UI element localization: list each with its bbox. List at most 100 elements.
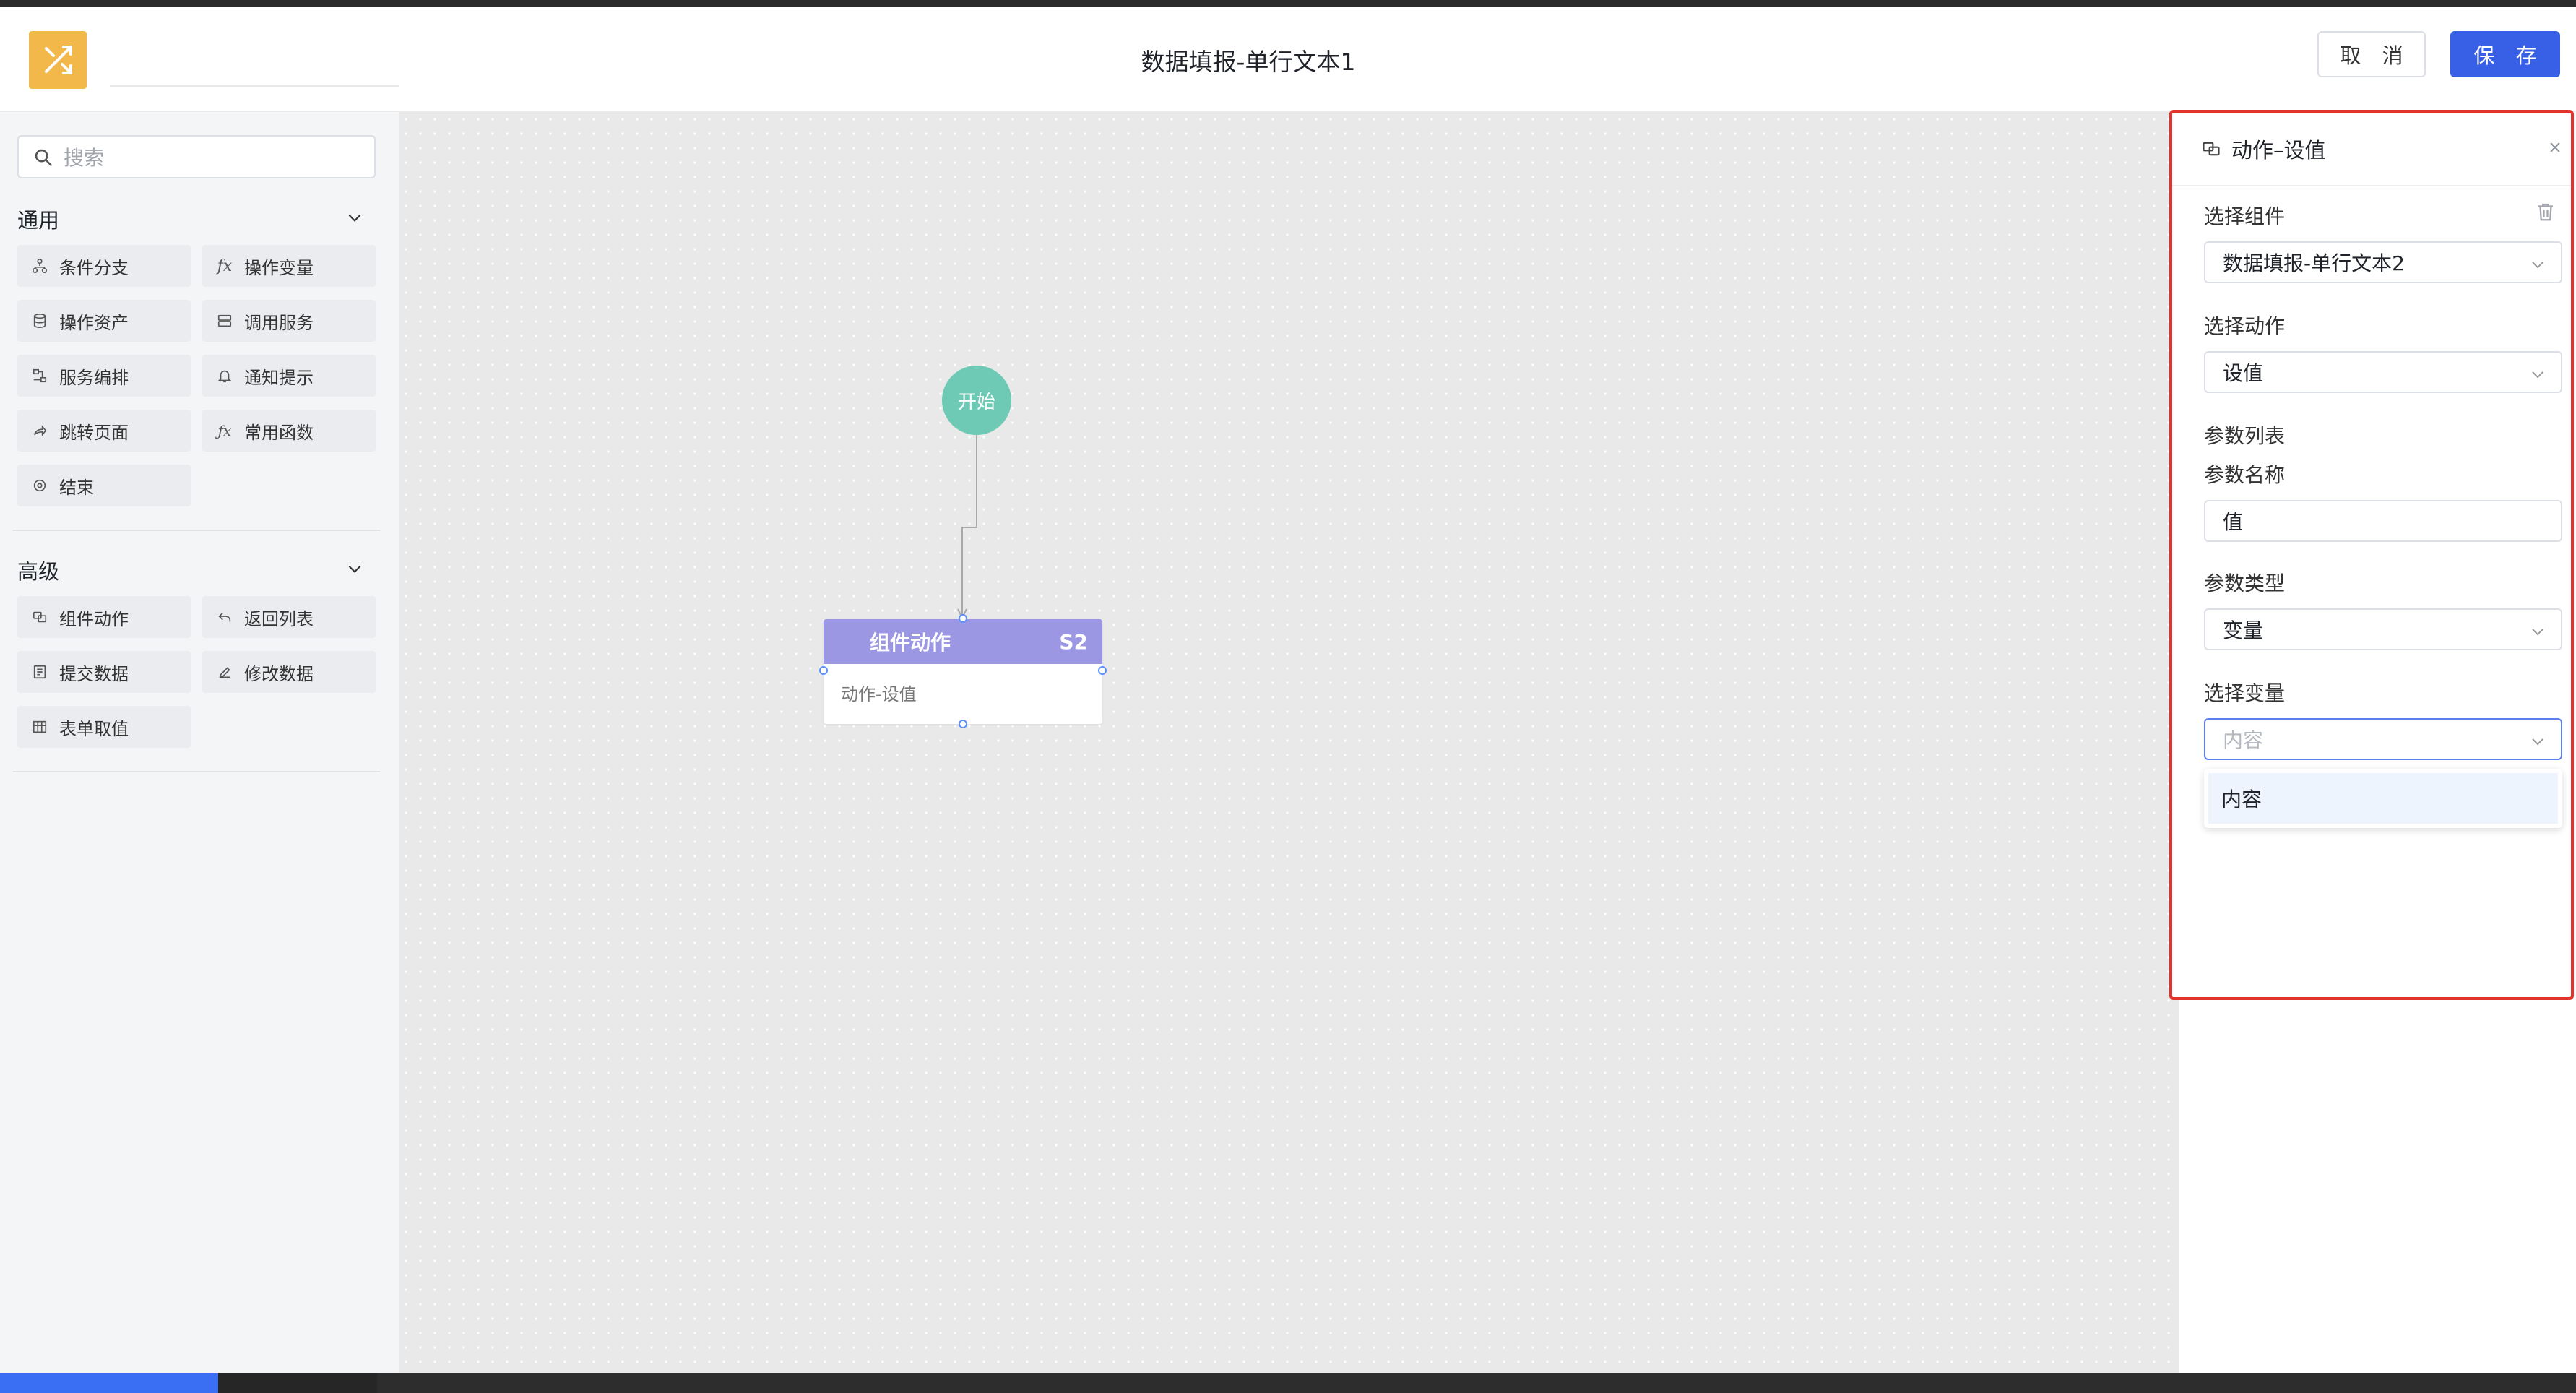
select-action-label: 选择动作 — [2204, 314, 2286, 338]
palette-item-label: 通知提示 — [244, 367, 314, 388]
database-icon — [30, 311, 49, 330]
flow-connector — [957, 435, 977, 620]
return-icon — [215, 608, 234, 626]
variable-dropdown: 内容 — [2204, 769, 2562, 828]
submit-icon — [30, 663, 49, 681]
palette-item-notification[interactable]: 通知提示 — [202, 355, 376, 397]
edit-icon — [215, 663, 234, 681]
palette-item-service-orchestration[interactable]: 服务编排 — [17, 355, 191, 397]
chevron-down-icon — [2529, 364, 2546, 388]
node-handle-top[interactable] — [959, 614, 967, 623]
palette-item-label: 提交数据 — [59, 663, 129, 684]
search-box[interactable] — [17, 135, 376, 178]
trash-icon[interactable] — [2535, 201, 2556, 225]
action-select-value: 设值 — [2223, 361, 2264, 385]
fx-icon: fx — [217, 256, 233, 275]
node-palette: 通用 条件分支 fx 操作变量 操作资产 调用服务 服务编排 通知提示 跳转页面… — [0, 112, 399, 1373]
chevron-down-icon — [2529, 254, 2546, 278]
palette-item-label: 调用服务 — [244, 312, 314, 333]
chevron-down-icon — [2529, 621, 2546, 645]
orchestration-icon — [30, 366, 49, 385]
panel-header: 动作–设值 — [2172, 113, 2571, 186]
node-header: 组件动作 S2 — [824, 619, 1102, 664]
group-header-advanced[interactable]: 高级 — [17, 556, 364, 585]
palette-item-common-functions[interactable]: ƒx 常用函数 — [202, 410, 376, 452]
palette-item-label: 返回列表 — [244, 608, 314, 629]
variable-select-placeholder: 内容 — [2223, 728, 2264, 752]
palette-item-label: 表单取值 — [59, 718, 129, 739]
header: 数据填报-单行文本1 取 消 保 存 — [0, 7, 2576, 112]
save-button[interactable]: 保 存 — [2450, 31, 2560, 77]
node-subtitle: 动作-设值 — [841, 684, 917, 704]
taskbar-tab[interactable] — [218, 1373, 377, 1393]
palette-item-operate-asset[interactable]: 操作资产 — [17, 300, 191, 342]
node-handle-right[interactable] — [1098, 666, 1107, 675]
component-select[interactable]: 数据填报-单行文本2 — [2204, 241, 2562, 283]
palette-item-redirect-page[interactable]: 跳转页面 — [17, 410, 191, 452]
cancel-button[interactable]: 取 消 — [2317, 31, 2426, 77]
param-name-value: 值 — [2223, 510, 2244, 534]
close-icon[interactable] — [2546, 139, 2564, 159]
node-handle-bottom[interactable] — [959, 720, 967, 728]
redirect-icon — [30, 421, 49, 440]
palette-item-modify-data[interactable]: 修改数据 — [202, 651, 376, 693]
bottom-taskbar — [0, 1373, 2576, 1393]
palette-item-condition-branch[interactable]: 条件分支 — [17, 245, 191, 287]
component-action-node[interactable]: 组件动作 S2 动作-设值 — [824, 619, 1102, 724]
end-icon — [30, 476, 49, 495]
component-action-icon — [30, 608, 49, 626]
search-input[interactable] — [62, 142, 368, 173]
palette-item-operate-variable[interactable]: fx 操作变量 — [202, 245, 376, 287]
flow-canvas[interactable]: 开始 组件动作 S2 动作-设值 — [399, 112, 2179, 1373]
group-label: 高级 — [17, 559, 60, 584]
branch-icon — [30, 256, 49, 275]
palette-item-label: 跳转页面 — [59, 422, 129, 443]
group-divider — [13, 530, 380, 531]
action-settings-panel: 动作–设值 选择组件 数据填报-单行文本2 选择动作 设值 参数列表 参数名称 … — [2169, 110, 2574, 1000]
node-title: 组件动作 — [870, 631, 951, 655]
palette-item-end[interactable]: 结束 — [17, 465, 191, 506]
palette-item-label: 组件动作 — [59, 608, 129, 629]
select-component-label: 选择组件 — [2204, 204, 2286, 228]
param-name-field[interactable]: 值 — [2204, 500, 2562, 542]
palette-item-label: 修改数据 — [244, 663, 314, 684]
group-header-general[interactable]: 通用 — [17, 204, 364, 233]
search-icon — [33, 147, 53, 171]
window-top-edge — [0, 0, 2576, 7]
function-icon: ƒx — [217, 422, 232, 439]
title-input-underline[interactable] — [110, 85, 399, 87]
form-table-icon — [30, 717, 49, 736]
variable-select[interactable]: 内容 — [2204, 718, 2562, 760]
page-title: 数据填报-单行文本1 — [1141, 48, 1356, 76]
palette-item-call-service[interactable]: 调用服务 — [202, 300, 376, 342]
param-name-label: 参数名称 — [2204, 463, 2286, 487]
server-icon — [215, 311, 234, 330]
palette-item-label: 操作资产 — [59, 312, 129, 333]
palette-item-label: 条件分支 — [59, 257, 129, 278]
dropdown-option[interactable]: 内容 — [2208, 773, 2558, 824]
palette-item-submit-data[interactable]: 提交数据 — [17, 651, 191, 693]
palette-item-return-list[interactable]: 返回列表 — [202, 596, 376, 638]
group-label: 通用 — [17, 208, 60, 233]
palette-item-label: 常用函数 — [244, 422, 314, 443]
param-type-select[interactable]: 变量 — [2204, 608, 2562, 650]
param-list-label: 参数列表 — [2204, 424, 2286, 448]
palette-item-component-action[interactable]: 组件动作 — [17, 596, 191, 638]
palette-item-label: 结束 — [59, 477, 94, 498]
param-type-label: 参数类型 — [2204, 572, 2286, 595]
palette-item-form-value[interactable]: 表单取值 — [17, 706, 191, 748]
action-select[interactable]: 设值 — [2204, 351, 2562, 393]
select-variable-label: 选择变量 — [2204, 681, 2286, 705]
palette-item-label: 操作变量 — [244, 257, 314, 278]
param-type-value: 变量 — [2223, 618, 2264, 642]
group-divider — [13, 771, 380, 772]
bell-icon — [215, 366, 234, 385]
taskbar-tab-active[interactable] — [0, 1373, 218, 1393]
component-action-icon — [2201, 139, 2221, 159]
chevron-down-icon[interactable] — [345, 208, 364, 230]
node-handle-left[interactable] — [819, 666, 828, 675]
chevron-down-icon[interactable] — [345, 559, 364, 581]
palette-item-label: 服务编排 — [59, 367, 129, 388]
start-node[interactable]: 开始 — [942, 366, 1011, 435]
node-badge: S2 — [1059, 629, 1088, 654]
